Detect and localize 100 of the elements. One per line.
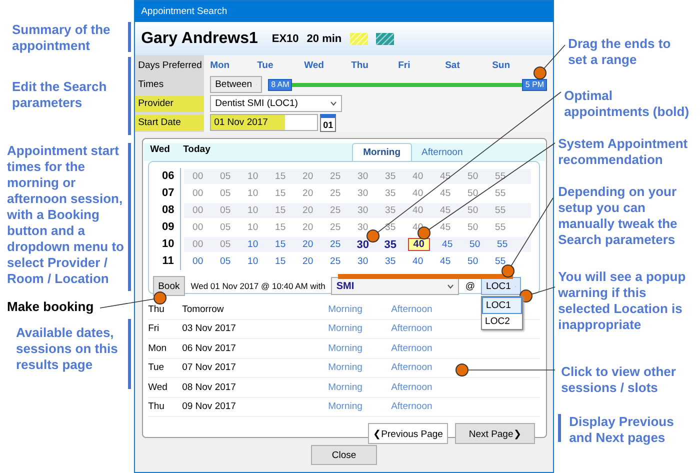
session-link[interactable]: Morning (328, 304, 392, 315)
leader-line (520, 286, 556, 302)
day-toggle[interactable]: Fri (398, 60, 446, 71)
time-slot: 35 (376, 188, 404, 199)
time-slot[interactable]: 45 (432, 256, 460, 267)
range-handle[interactable]: 5 PM (522, 78, 548, 90)
field-label: Days Preferred (137, 58, 203, 72)
hatched-swatch-icon (350, 32, 368, 44)
time-slot: 00 (184, 171, 212, 182)
date-text: Tomorrow (182, 304, 225, 315)
time-slot: 40 (404, 188, 432, 199)
session-link[interactable]: Morning (328, 401, 392, 412)
time-slot[interactable]: 30 (349, 256, 377, 267)
date-day: Tue (148, 362, 182, 374)
hour-label: 11 (156, 253, 182, 270)
session-link[interactable]: Afternoon (391, 342, 454, 354)
time-slot[interactable]: 30 (349, 238, 377, 250)
time-slot: 35 (376, 171, 404, 182)
time-slot[interactable]: 15 (266, 256, 294, 267)
annotation-text: Make booking (7, 299, 94, 315)
date-input[interactable]: 01 Nov 2017 (210, 114, 318, 131)
menu-option[interactable]: LOC2 (482, 314, 522, 329)
time-slot[interactable]: 50 (461, 239, 489, 250)
time-slot: 00 (184, 205, 212, 216)
location-dropdown[interactable]: LOC1 (481, 277, 522, 295)
time-slot: 20 (294, 205, 322, 216)
day-toggle[interactable]: Thu (351, 60, 398, 71)
day-toggle[interactable]: Sat (445, 60, 492, 71)
time-slot: 45 (432, 188, 460, 199)
session-link[interactable]: Afternoon (391, 323, 454, 334)
session-link[interactable]: Morning (328, 323, 392, 334)
window-title: Appointment Search (135, 1, 554, 22)
range-handle[interactable]: 8 AM (268, 78, 292, 90)
session-link[interactable]: Afternoon (391, 304, 454, 315)
date-day: Thu (148, 401, 182, 412)
time-slot: 45 (432, 205, 460, 216)
time-slot[interactable]: 40 (404, 256, 432, 267)
annotation-text: Depending on your setup you can manually tweak the Search parameters (558, 184, 678, 248)
date-text: 07 Nov 2017 (182, 362, 237, 374)
previous-page-button[interactable]: ❮Previous Page (368, 423, 448, 444)
annotation-text: Edit the Search parameters (11, 78, 108, 112)
time-slot: 10 (239, 171, 267, 182)
session-tab[interactable]: Morning (352, 143, 412, 161)
time-slot: 45 (432, 222, 460, 233)
time-slot: 25 (322, 188, 350, 199)
date-day: Thu (148, 304, 182, 315)
date-day: Wed (148, 382, 182, 393)
times-dropdown[interactable]: Between (210, 76, 262, 93)
time-slot[interactable]: 55 (486, 256, 514, 267)
session-tab[interactable]: Afternoon (412, 143, 473, 161)
day-toggle[interactable]: Wed (304, 60, 352, 71)
session-link[interactable]: Morning (328, 382, 392, 393)
time-slot[interactable]: 35 (376, 238, 404, 250)
time-slot: 55 (486, 222, 514, 233)
day-toggle[interactable]: Sun (492, 60, 540, 71)
calendar-button[interactable]: 01 (320, 114, 336, 132)
time-slot: 05 (212, 239, 240, 250)
time-slot: 35 (376, 205, 404, 216)
session-link[interactable]: Afternoon (391, 362, 454, 374)
menu-option[interactable]: LOC1 (482, 297, 522, 314)
date-text: 09 Nov 2017 (182, 401, 237, 412)
time-slot[interactable]: 00 (184, 256, 212, 267)
close-button[interactable]: Close (311, 445, 378, 465)
time-slot[interactable]: 10 (239, 239, 267, 250)
time-slot[interactable]: 05 (212, 256, 240, 267)
next-page-button[interactable]: Next Page❯ (455, 423, 536, 444)
time-slot: 10 (239, 205, 267, 216)
time-slot: 30 (349, 222, 377, 233)
annotation-text: Appointment start times for the morning or afternoon session, with a Booking button and a dropdown menu to select Provider / Room / Location (6, 143, 124, 288)
patient-name: Gary Andrews1 (141, 30, 258, 48)
time-slot[interactable]: 20 (294, 256, 322, 267)
time-slot: 20 (294, 171, 322, 182)
session-link[interactable]: Morning (328, 362, 392, 374)
time-slot[interactable]: 50 (459, 256, 487, 267)
time-slot[interactable]: 40 (408, 238, 430, 251)
time-slot[interactable]: 25 (322, 239, 350, 250)
time-slot[interactable]: 15 (266, 239, 294, 250)
provider-dropdown[interactable]: Dentist SMI (LOC1) (210, 95, 342, 112)
hour-label: 08 (156, 202, 182, 219)
session-link[interactable]: Afternoon (391, 382, 454, 393)
time-slot[interactable]: 25 (322, 256, 350, 267)
time-slot: 15 (266, 188, 294, 199)
day-toggle[interactable]: Tue (257, 60, 304, 71)
annotation-text: Click to view other sessions / slots (561, 364, 677, 396)
hour-label: 06 (156, 168, 182, 185)
time-slot: 25 (322, 222, 350, 233)
book-button[interactable]: Book (153, 276, 185, 296)
day-toggle[interactable]: Mon (210, 60, 258, 71)
time-slot: 15 (266, 222, 294, 233)
time-slot[interactable]: 35 (376, 256, 404, 267)
session-link[interactable]: Morning (328, 342, 392, 354)
session-link[interactable]: Afternoon (391, 401, 454, 412)
time-slot[interactable]: 20 (294, 239, 322, 250)
time-slot[interactable]: 55 (488, 239, 516, 250)
hour-label: 07 (156, 185, 182, 202)
time-slot: 00 (184, 239, 212, 250)
time-slot[interactable]: 10 (239, 256, 267, 267)
time-slot[interactable]: 45 (434, 239, 462, 250)
annotation-text: Available dates, sessions on this results page (15, 324, 119, 374)
time-slot: 05 (212, 222, 240, 233)
